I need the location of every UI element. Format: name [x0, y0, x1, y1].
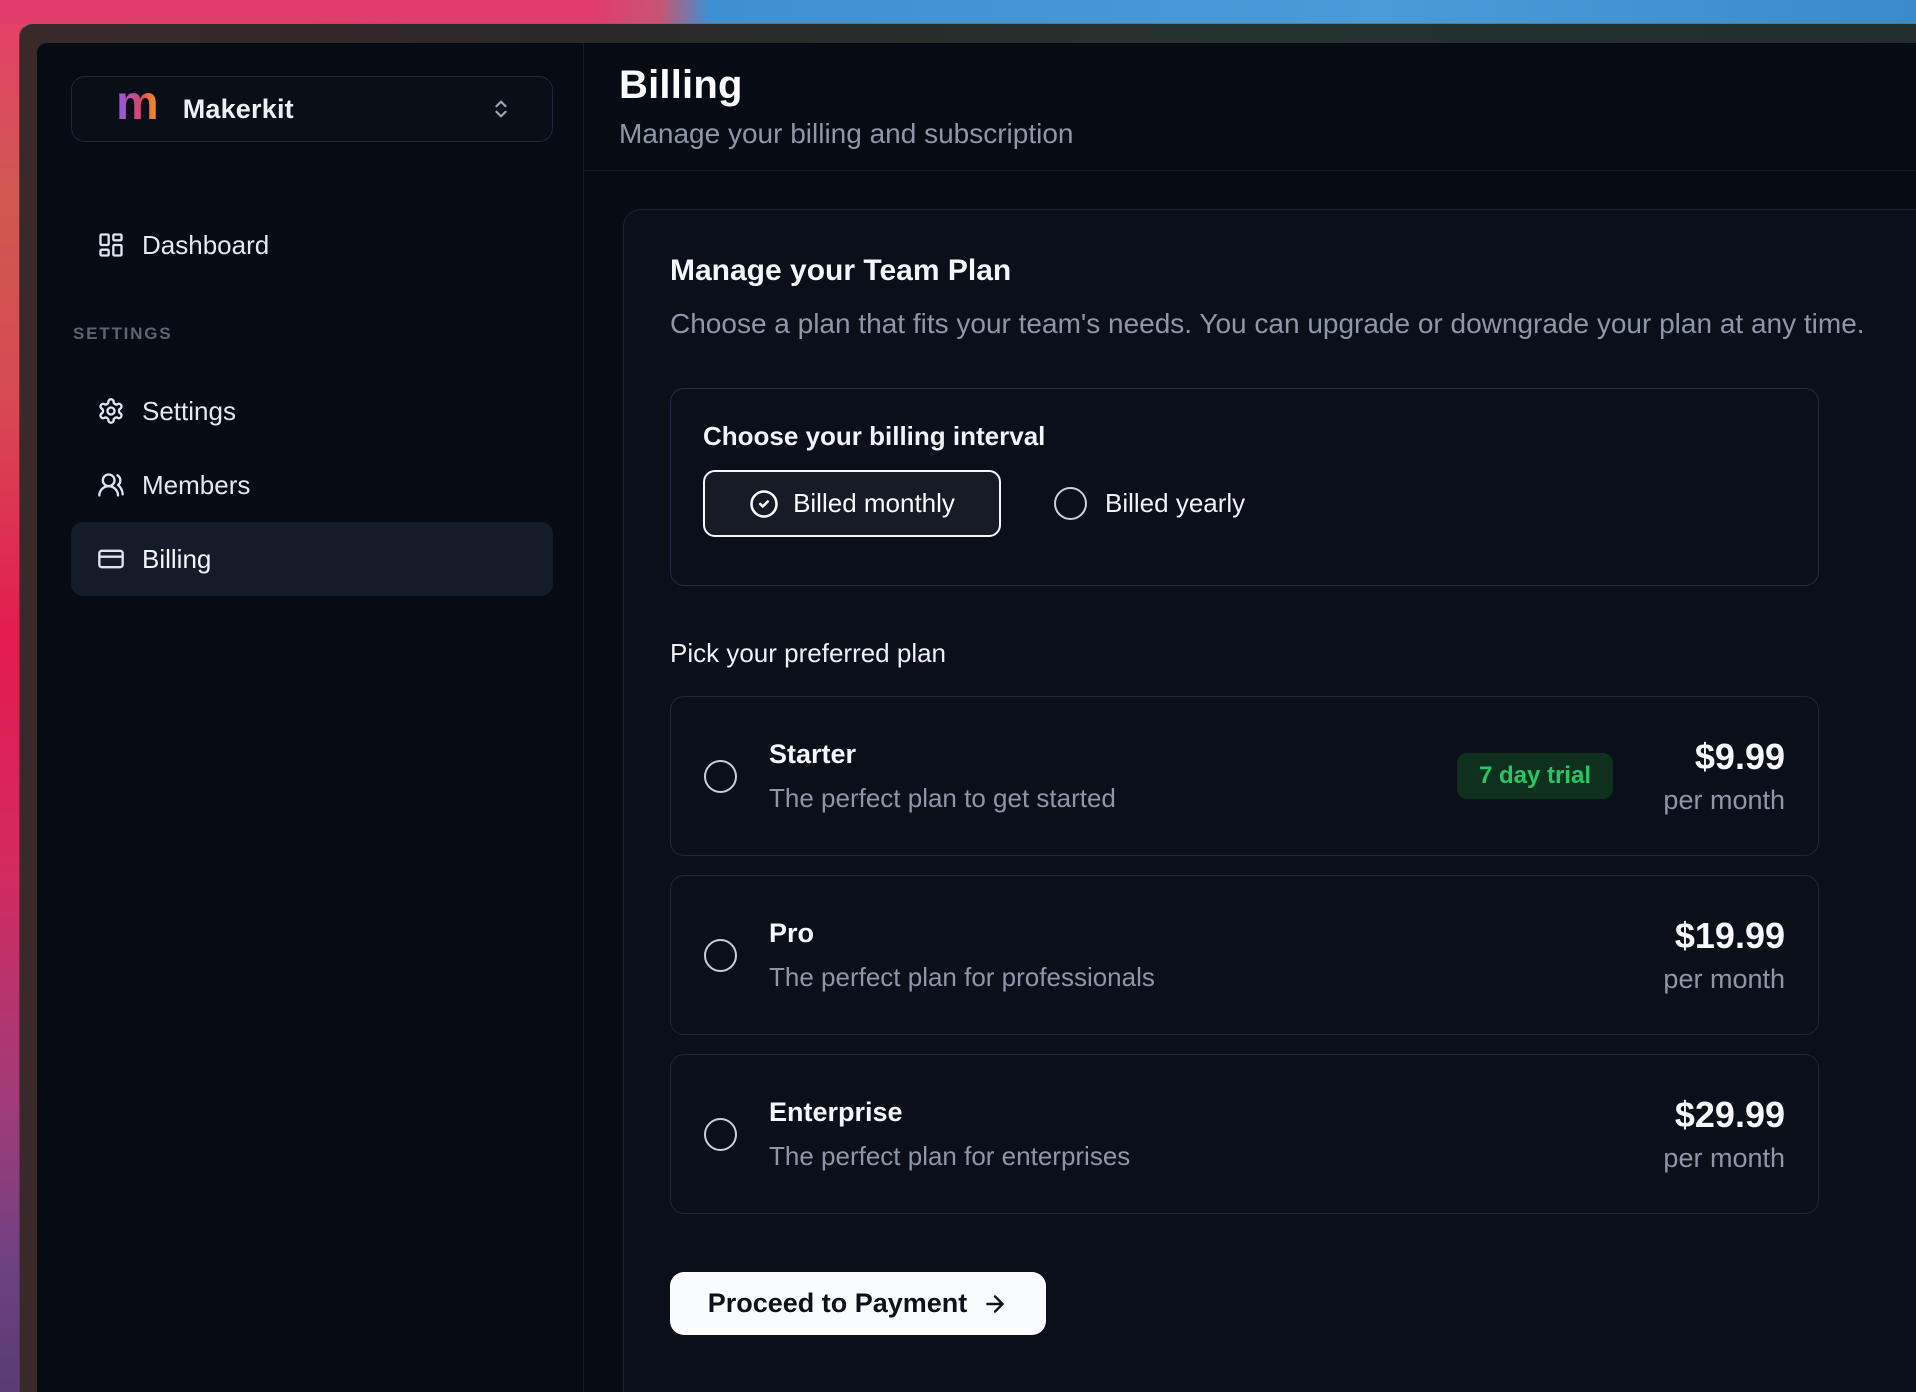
plan-name: Starter: [769, 737, 1457, 771]
billed-yearly-label: Billed yearly: [1105, 488, 1245, 519]
plan-name: Pro: [769, 916, 1649, 950]
plan-info: Enterprise The perfect plan for enterpri…: [769, 1095, 1649, 1173]
app-content: m Makerkit Dashboard SETTINGS: [37, 43, 1916, 1392]
page-content: Manage your Team Plan Choose a plan that…: [584, 171, 1916, 1392]
plan-price-block: $9.99 per month: [1649, 737, 1785, 816]
page-header: Billing Manage your billing and subscrip…: [584, 43, 1916, 171]
plan-row-starter[interactable]: Starter The perfect plan to get started …: [670, 696, 1819, 856]
billing-interval-options: Billed monthly Billed yearly: [703, 470, 1786, 537]
team-selector[interactable]: m Makerkit: [71, 76, 553, 142]
arrow-right-icon: [982, 1291, 1008, 1317]
plan-name: Enterprise: [769, 1095, 1649, 1129]
team-plan-card: Manage your Team Plan Choose a plan that…: [623, 209, 1916, 1392]
sidebar-item-label: Billing: [142, 544, 211, 575]
desktop-wallpaper: [0, 0, 1916, 24]
plan-price-block: $19.99 per month: [1649, 916, 1785, 995]
sidebar: m Makerkit Dashboard SETTINGS: [37, 43, 584, 1392]
plan-price: $29.99: [1649, 1095, 1785, 1135]
page-title: Billing: [619, 63, 1916, 108]
billed-monthly-option[interactable]: Billed monthly: [703, 470, 1001, 537]
app-window: m Makerkit Dashboard SETTINGS: [19, 23, 1916, 1392]
plan-period: per month: [1649, 1143, 1785, 1174]
billed-yearly-option[interactable]: Billed yearly: [1054, 487, 1245, 520]
makerkit-logo: m: [116, 85, 159, 123]
plan-list: Starter The perfect plan to get started …: [670, 696, 1916, 1214]
sidebar-item-members[interactable]: Members: [71, 448, 553, 522]
plan-row-enterprise[interactable]: Enterprise The perfect plan for enterpri…: [670, 1054, 1819, 1214]
card-title: Manage your Team Plan: [670, 254, 1916, 288]
sidebar-section-label: SETTINGS: [71, 324, 553, 344]
plan-radio-enterprise[interactable]: [704, 1118, 737, 1151]
trial-badge: 7 day trial: [1457, 753, 1613, 799]
check-circle-icon: [749, 489, 779, 519]
main-area: Billing Manage your billing and subscrip…: [584, 43, 1916, 1392]
billing-interval-label: Choose your billing interval: [703, 421, 1786, 452]
plan-info: Starter The perfect plan to get started: [769, 737, 1457, 815]
proceed-to-payment-label: Proceed to Payment: [708, 1288, 968, 1319]
plan-description: The perfect plan for professionals: [769, 960, 1649, 994]
team-name: Makerkit: [183, 94, 490, 125]
sidebar-item-label: Members: [142, 470, 250, 501]
users-icon: [97, 471, 125, 499]
page-subtitle: Manage your billing and subscription: [619, 118, 1916, 150]
gear-icon: [97, 397, 125, 425]
chevrons-up-down-icon: [490, 98, 512, 120]
plan-description: The perfect plan for enterprises: [769, 1139, 1649, 1173]
sidebar-item-settings[interactable]: Settings: [71, 374, 553, 448]
proceed-to-payment-button[interactable]: Proceed to Payment: [670, 1272, 1046, 1335]
card-description: Choose a plan that fits your team's need…: [670, 308, 1916, 340]
plan-description: The perfect plan to get started: [769, 781, 1457, 815]
billed-yearly-radio[interactable]: [1054, 487, 1087, 520]
plan-price-block: $29.99 per month: [1649, 1095, 1785, 1174]
plan-radio-pro[interactable]: [704, 939, 737, 972]
dashboard-icon: [97, 231, 125, 259]
plan-row-pro[interactable]: Pro The perfect plan for professionals $…: [670, 875, 1819, 1035]
sidebar-item-label: Dashboard: [142, 230, 269, 261]
plan-price: $19.99: [1649, 916, 1785, 956]
billed-monthly-label: Billed monthly: [793, 488, 955, 519]
credit-card-icon: [97, 545, 125, 573]
billing-interval-box: Choose your billing interval Billed mont…: [670, 388, 1819, 586]
sidebar-nav: Dashboard SETTINGS Settings Members: [71, 208, 553, 596]
pick-plan-label: Pick your preferred plan: [670, 638, 1916, 669]
plan-info: Pro The perfect plan for professionals: [769, 916, 1649, 994]
desktop: { "team_selector": { "logo_letter": "m",…: [0, 0, 1916, 1392]
plan-period: per month: [1649, 785, 1785, 816]
sidebar-item-billing[interactable]: Billing: [71, 522, 553, 596]
sidebar-item-dashboard[interactable]: Dashboard: [71, 208, 553, 282]
plan-period: per month: [1649, 964, 1785, 995]
plan-radio-starter[interactable]: [704, 760, 737, 793]
plan-price: $9.99: [1649, 737, 1785, 777]
sidebar-item-label: Settings: [142, 396, 236, 427]
